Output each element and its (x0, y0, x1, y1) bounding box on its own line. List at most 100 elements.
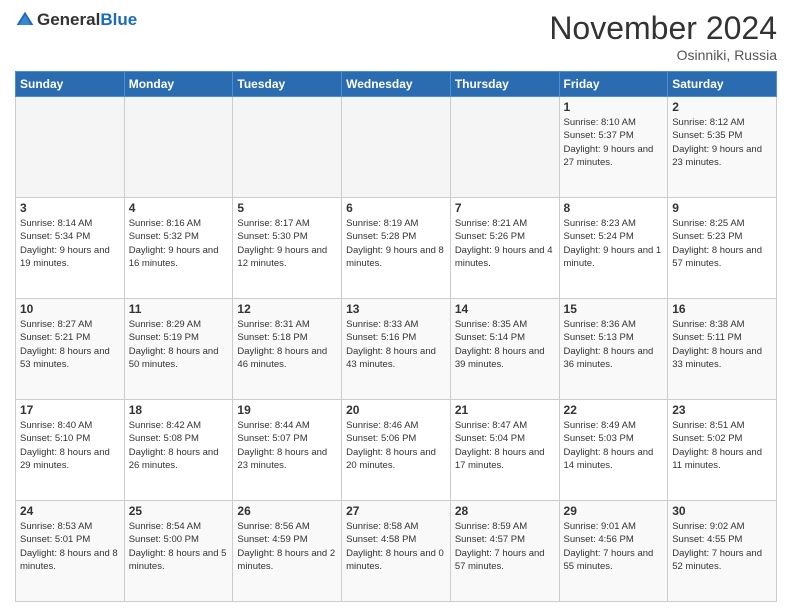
day-number: 19 (237, 403, 337, 417)
weekday-wednesday: Wednesday (342, 72, 451, 97)
calendar-cell: 7 Sunrise: 8:21 AM Sunset: 5:26 PM Daylig… (450, 198, 559, 299)
day-number: 2 (672, 100, 772, 114)
logo: General Blue (15, 10, 137, 30)
weekday-sunday: Sunday (16, 72, 125, 97)
day-number: 12 (237, 302, 337, 316)
day-info: Sunrise: 8:58 AM Sunset: 4:58 PM Dayligh… (346, 520, 446, 573)
day-info: Sunrise: 8:31 AM Sunset: 5:18 PM Dayligh… (237, 318, 337, 371)
calendar-cell (450, 97, 559, 198)
calendar-cell: 13Sunrise: 8:33 AM Sunset: 5:16 PM Dayli… (342, 299, 451, 400)
calendar-cell (16, 97, 125, 198)
calendar-cell: 8Sunrise: 8:23 AM Sunset: 5:24 PM Daylig… (559, 198, 668, 299)
day-info: Sunrise: 8:47 AM Sunset: 5:04 PM Dayligh… (455, 419, 555, 472)
day-number: 22 (564, 403, 664, 417)
day-number: 10 (20, 302, 120, 316)
day-number: 3 (20, 201, 120, 215)
calendar-cell: 19 Sunrise: 8:44 AM Sunset: 5:07 PM Dayli… (233, 400, 342, 501)
week-row-5: 24 Sunrise: 8:53 AM Sunset: 5:01 PM Dayli… (16, 501, 777, 602)
day-info: Sunrise: 8:17 AM Sunset: 5:30 PM Dayligh… (237, 217, 337, 270)
day-info: Sunrise: 8:16 AM Sunset: 5:32 PM Dayligh… (129, 217, 229, 270)
day-info: Sunrise: 8:10 AM Sunset: 5:37 PM Dayligh… (564, 116, 664, 169)
calendar-cell: 9 Sunrise: 8:25 AM Sunset: 5:23 PM Daylig… (668, 198, 777, 299)
calendar-cell: 5 Sunrise: 8:17 AM Sunset: 5:30 PM Daylig… (233, 198, 342, 299)
day-number: 24 (20, 504, 120, 518)
day-info: Sunrise: 8:56 AM Sunset: 4:59 PM Dayligh… (237, 520, 337, 573)
logo-text: General Blue (37, 10, 137, 30)
day-info: Sunrise: 8:38 AM Sunset: 5:11 PM Dayligh… (672, 318, 772, 371)
logo-icon (15, 10, 35, 30)
day-info: Sunrise: 8:46 AM Sunset: 5:06 PM Dayligh… (346, 419, 446, 472)
day-info: Sunrise: 8:14 AM Sunset: 5:34 PM Dayligh… (20, 217, 120, 270)
day-info: Sunrise: 8:23 AM Sunset: 5:24 PM Dayligh… (564, 217, 664, 270)
calendar-cell (233, 97, 342, 198)
calendar-cell: 22Sunrise: 8:49 AM Sunset: 5:03 PM Dayli… (559, 400, 668, 501)
location: Osinniki, Russia (549, 47, 777, 63)
calendar-cell: 17Sunrise: 8:40 AM Sunset: 5:10 PM Dayli… (16, 400, 125, 501)
day-info: Sunrise: 8:44 AM Sunset: 5:07 PM Dayligh… (237, 419, 337, 472)
day-info: Sunrise: 8:35 AM Sunset: 5:14 PM Dayligh… (455, 318, 555, 371)
weekday-friday: Friday (559, 72, 668, 97)
calendar-cell: 14 Sunrise: 8:35 AM Sunset: 5:14 PM Dayli… (450, 299, 559, 400)
logo-general: General (37, 10, 100, 30)
day-info: Sunrise: 8:53 AM Sunset: 5:01 PM Dayligh… (20, 520, 120, 573)
day-number: 29 (564, 504, 664, 518)
day-number: 14 (455, 302, 555, 316)
calendar-cell: 15Sunrise: 8:36 AM Sunset: 5:13 PM Dayli… (559, 299, 668, 400)
day-number: 9 (672, 201, 772, 215)
calendar-cell: 6 Sunrise: 8:19 AM Sunset: 5:28 PM Daylig… (342, 198, 451, 299)
calendar-body: 1Sunrise: 8:10 AM Sunset: 5:37 PM Daylig… (16, 97, 777, 602)
day-number: 30 (672, 504, 772, 518)
day-number: 28 (455, 504, 555, 518)
day-info: Sunrise: 8:51 AM Sunset: 5:02 PM Dayligh… (672, 419, 772, 472)
calendar-cell: 3 Sunrise: 8:14 AM Sunset: 5:34 PM Daylig… (16, 198, 125, 299)
calendar-cell: 16Sunrise: 8:38 AM Sunset: 5:11 PM Dayli… (668, 299, 777, 400)
calendar-cell: 26Sunrise: 8:56 AM Sunset: 4:59 PM Dayli… (233, 501, 342, 602)
weekday-monday: Monday (124, 72, 233, 97)
page: General Blue November 2024 Osinniki, Rus… (0, 0, 792, 612)
day-number: 27 (346, 504, 446, 518)
day-number: 4 (129, 201, 229, 215)
day-info: Sunrise: 8:19 AM Sunset: 5:28 PM Dayligh… (346, 217, 446, 270)
week-row-3: 10 Sunrise: 8:27 AM Sunset: 5:21 PM Dayli… (16, 299, 777, 400)
day-info: Sunrise: 8:27 AM Sunset: 5:21 PM Dayligh… (20, 318, 120, 371)
calendar-cell: 2 Sunrise: 8:12 AM Sunset: 5:35 PM Daylig… (668, 97, 777, 198)
day-number: 13 (346, 302, 446, 316)
weekday-thursday: Thursday (450, 72, 559, 97)
day-info: Sunrise: 8:59 AM Sunset: 4:57 PM Dayligh… (455, 520, 555, 573)
calendar-cell: 18 Sunrise: 8:42 AM Sunset: 5:08 PM Dayli… (124, 400, 233, 501)
day-number: 7 (455, 201, 555, 215)
day-number: 17 (20, 403, 120, 417)
week-row-2: 3 Sunrise: 8:14 AM Sunset: 5:34 PM Daylig… (16, 198, 777, 299)
day-number: 5 (237, 201, 337, 215)
day-number: 11 (129, 302, 229, 316)
calendar-cell: 20 Sunrise: 8:46 AM Sunset: 5:06 PM Dayli… (342, 400, 451, 501)
day-info: Sunrise: 8:54 AM Sunset: 5:00 PM Dayligh… (129, 520, 229, 573)
weekday-saturday: Saturday (668, 72, 777, 97)
calendar-cell: 27 Sunrise: 8:58 AM Sunset: 4:58 PM Dayli… (342, 501, 451, 602)
calendar-cell: 24 Sunrise: 8:53 AM Sunset: 5:01 PM Dayli… (16, 501, 125, 602)
week-row-4: 17Sunrise: 8:40 AM Sunset: 5:10 PM Dayli… (16, 400, 777, 501)
calendar-cell (124, 97, 233, 198)
title-block: November 2024 Osinniki, Russia (549, 10, 777, 63)
day-info: Sunrise: 8:21 AM Sunset: 5:26 PM Dayligh… (455, 217, 555, 270)
calendar-cell: 25Sunrise: 8:54 AM Sunset: 5:00 PM Dayli… (124, 501, 233, 602)
day-info: Sunrise: 8:42 AM Sunset: 5:08 PM Dayligh… (129, 419, 229, 472)
week-row-1: 1Sunrise: 8:10 AM Sunset: 5:37 PM Daylig… (16, 97, 777, 198)
day-info: Sunrise: 8:25 AM Sunset: 5:23 PM Dayligh… (672, 217, 772, 270)
weekday-tuesday: Tuesday (233, 72, 342, 97)
calendar-cell: 29Sunrise: 9:01 AM Sunset: 4:56 PM Dayli… (559, 501, 668, 602)
day-number: 21 (455, 403, 555, 417)
weekday-header-row: SundayMondayTuesdayWednesdayThursdayFrid… (16, 72, 777, 97)
day-info: Sunrise: 8:12 AM Sunset: 5:35 PM Dayligh… (672, 116, 772, 169)
day-number: 15 (564, 302, 664, 316)
day-number: 20 (346, 403, 446, 417)
day-number: 6 (346, 201, 446, 215)
header: General Blue November 2024 Osinniki, Rus… (15, 10, 777, 63)
calendar-header: SundayMondayTuesdayWednesdayThursdayFrid… (16, 72, 777, 97)
day-info: Sunrise: 9:02 AM Sunset: 4:55 PM Dayligh… (672, 520, 772, 573)
calendar-cell: 12 Sunrise: 8:31 AM Sunset: 5:18 PM Dayli… (233, 299, 342, 400)
logo-blue: Blue (100, 10, 137, 30)
day-number: 18 (129, 403, 229, 417)
calendar-cell: 4 Sunrise: 8:16 AM Sunset: 5:32 PM Daylig… (124, 198, 233, 299)
calendar-cell: 30 Sunrise: 9:02 AM Sunset: 4:55 PM Dayli… (668, 501, 777, 602)
